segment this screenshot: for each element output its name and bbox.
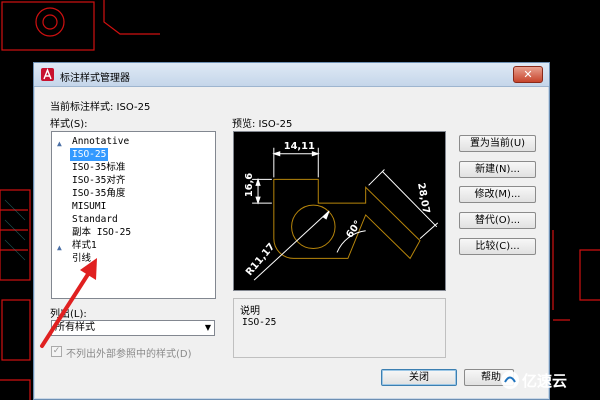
watermark-text: 亿速云 — [522, 372, 568, 390]
modify-style-button[interactable]: 修改(M)... — [459, 186, 536, 203]
preview-part-outline — [273, 178, 421, 260]
description-group: 说明 ISO-25 — [233, 298, 446, 358]
watermark: 亿速云 — [498, 368, 598, 392]
list-filter-select[interactable]: 所有样式 ▼ — [51, 320, 215, 336]
exclude-xref-checkbox[interactable]: ✓ — [51, 346, 62, 357]
current-style-label: 当前标注样式: ISO-25 — [50, 102, 151, 113]
close-icon: ✕ — [523, 68, 533, 81]
style-item-leader[interactable]: 引线 — [52, 252, 215, 265]
dim-text-angle: 60° — [344, 219, 364, 241]
close-button[interactable]: 关闭 — [381, 369, 457, 386]
chevron-down-icon: ▼ — [204, 323, 211, 332]
style-item-iso-35-standard[interactable]: ISO-35标准 — [52, 161, 215, 174]
new-style-button[interactable]: 新建(N)... — [459, 161, 536, 178]
style-item-iso-25[interactable]: ISO-25 — [52, 148, 215, 161]
style-item-label: Annotative — [72, 136, 130, 147]
dim-text-aligned: 28,07 — [415, 182, 431, 215]
dim-text-left: 16,6 — [244, 173, 255, 197]
style-item-label: 副本 ISO-25 — [72, 227, 132, 238]
set-current-button[interactable]: 置为当前(U) — [459, 135, 536, 152]
style-preview: 14,11 16,6 28,07 60° R11,17 — [233, 131, 446, 291]
styles-list-label: 样式(S): — [50, 119, 88, 130]
style-item-label: MISUMI — [72, 201, 107, 212]
style-item-label: ISO-35标准 — [72, 162, 126, 173]
override-style-button[interactable]: 替代(O)... — [459, 212, 536, 229]
description-text: ISO-25 — [242, 317, 277, 328]
style-item-iso-35-aligned[interactable]: ISO-35对齐 — [52, 174, 215, 187]
style-item-label: 样式1 — [72, 240, 97, 251]
style-item-label: ISO-35对齐 — [72, 175, 126, 186]
dim-text-top: 14,11 — [284, 141, 315, 152]
description-title: 说明 — [240, 306, 260, 317]
dim-line-top — [273, 147, 319, 178]
dim-text-radius: R11,17 — [244, 241, 277, 278]
dialog-title: 标注样式管理器 — [60, 73, 130, 84]
dimension-style-manager-dialog: 标注样式管理器 ✕ 当前标注样式: ISO-25 样式(S): 预览: ISO-… — [33, 62, 550, 400]
compare-styles-button[interactable]: 比较(C)... — [459, 238, 536, 255]
preview-label: 预览: ISO-25 — [232, 119, 293, 130]
dialog-titlebar[interactable]: 标注样式管理器 ✕ — [34, 63, 549, 87]
style-item-label: ISO-25 — [70, 148, 109, 161]
watermark-logo-icon — [501, 371, 519, 389]
styles-listbox[interactable]: ▲ Annotative ISO-25 ISO-35标准 ISO-35对齐 IS… — [51, 131, 216, 299]
style-item-copy-iso-25[interactable]: 副本 ISO-25 — [52, 226, 215, 239]
list-filter-label: 列出(L): — [50, 309, 87, 320]
style-item-annotative[interactable]: ▲ Annotative — [52, 135, 215, 148]
style-item-style1[interactable]: ▲ 样式1 — [52, 239, 215, 252]
style-item-label: Standard — [72, 214, 118, 225]
style-item-label: 引线 — [72, 253, 92, 264]
style-item-misumi[interactable]: MISUMI — [52, 200, 215, 213]
style-item-standard[interactable]: Standard — [52, 213, 215, 226]
style-item-label: ISO-35角度 — [72, 188, 126, 199]
list-filter-value: 所有样式 — [55, 322, 95, 333]
style-item-iso-35-angle[interactable]: ISO-35角度 — [52, 187, 215, 200]
autocad-logo-icon — [41, 68, 54, 81]
exclude-xref-label: 不列出外部参照中的样式(D) — [66, 349, 192, 360]
close-window-button[interactable]: ✕ — [513, 66, 543, 83]
